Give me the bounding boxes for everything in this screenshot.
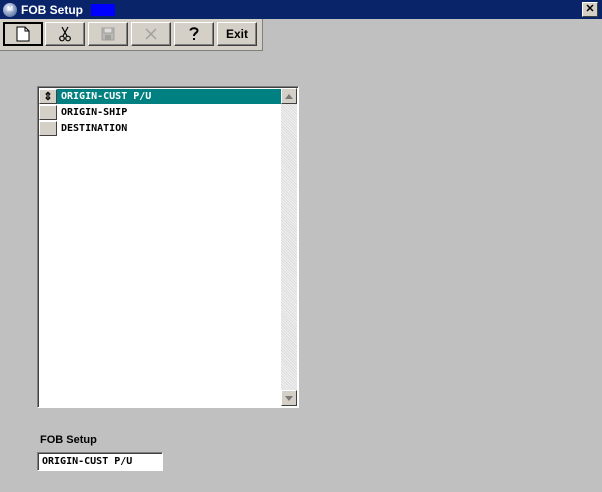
updown-arrow-icon: ⇕ bbox=[43, 90, 53, 103]
window-title: FOB Setup bbox=[21, 2, 83, 17]
exit-button[interactable]: Exit bbox=[217, 22, 257, 46]
arrow-down-icon bbox=[285, 395, 293, 401]
save-button[interactable] bbox=[88, 22, 128, 46]
new-button[interactable] bbox=[3, 22, 43, 46]
list-item[interactable]: ⇕ ORIGIN-CUST P/U bbox=[39, 88, 282, 104]
floppy-disk-icon bbox=[101, 27, 115, 41]
list-item-label: ORIGIN-CUST P/U bbox=[57, 88, 282, 104]
scroll-up-button[interactable] bbox=[281, 88, 297, 104]
fob-list[interactable]: ⇕ ORIGIN-CUST P/U ORIGIN-SHIP DESTINATIO… bbox=[37, 86, 299, 408]
list-item-label: ORIGIN-SHIP bbox=[61, 106, 128, 118]
row-selector[interactable] bbox=[39, 120, 57, 136]
vertical-scrollbar[interactable] bbox=[281, 88, 297, 406]
list-item[interactable]: DESTINATION bbox=[39, 120, 282, 136]
toolbar: Exit bbox=[0, 19, 263, 51]
close-icon: ✕ bbox=[585, 3, 595, 15]
close-button[interactable]: ✕ bbox=[582, 2, 598, 17]
delete-button[interactable] bbox=[131, 22, 171, 46]
row-selector-icon[interactable]: ⇕ bbox=[39, 88, 57, 104]
exit-label: Exit bbox=[225, 27, 248, 41]
row-selector[interactable] bbox=[39, 104, 57, 120]
arrow-up-icon bbox=[285, 93, 293, 99]
app-globe-icon[interactable]: M bbox=[3, 2, 17, 17]
fob-setup-label: FOB Setup bbox=[40, 434, 97, 446]
list-item-label: DESTINATION bbox=[61, 122, 128, 134]
x-icon bbox=[145, 28, 157, 40]
cut-button[interactable] bbox=[45, 22, 85, 46]
help-button[interactable] bbox=[174, 22, 214, 46]
title-blue-block bbox=[91, 3, 115, 16]
title-bar: M FOB Setup ✕ bbox=[0, 0, 602, 19]
scissors-icon bbox=[59, 26, 71, 42]
scroll-down-button[interactable] bbox=[281, 390, 297, 406]
list-item[interactable]: ORIGIN-SHIP bbox=[39, 104, 282, 120]
new-document-icon bbox=[16, 26, 30, 42]
question-mark-icon bbox=[189, 27, 199, 40]
fob-setup-field[interactable]: ORIGIN-CUST P/U bbox=[37, 452, 163, 471]
